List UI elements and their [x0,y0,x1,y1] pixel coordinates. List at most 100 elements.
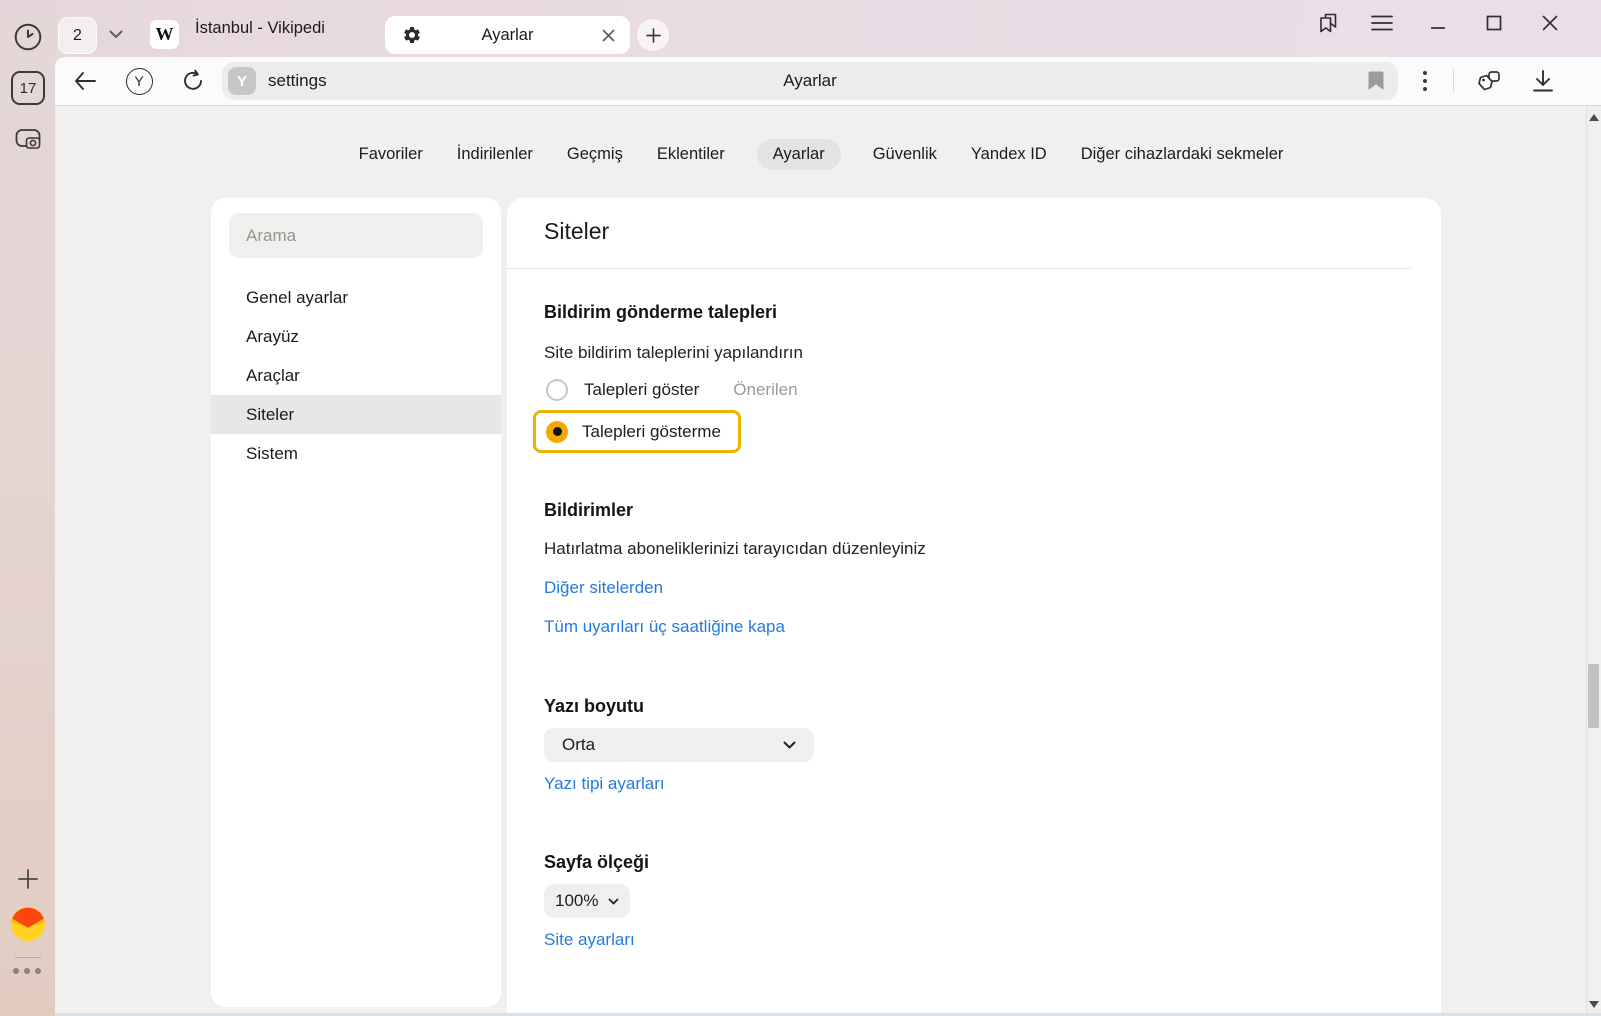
font-size-select[interactable]: Orta [544,728,814,762]
nav-ayarlar[interactable]: Ayarlar [757,139,841,170]
notification-requests-description: Site bildirim taleplerini yapılandırın [544,343,803,363]
scroll-up-arrow[interactable] [1589,114,1599,121]
tab-istanbul-vikipedi[interactable]: İstanbul - Vikipedi [195,0,325,57]
menu-button[interactable] [1367,8,1397,38]
clock-icon [13,22,43,52]
rail-divider [15,957,41,958]
download-icon [1532,69,1554,93]
radio-unselected-icon[interactable] [546,379,568,401]
recommended-badge: Önerilen [733,380,797,400]
sidebar-item-araclar[interactable]: Araçlar [211,356,501,395]
browser-window: 17 2 [0,0,1601,1016]
new-tab-button[interactable] [637,19,669,51]
site-favicon: Y [228,67,256,95]
yandex-home-icon: Y [126,68,153,95]
chevron-down-icon [783,741,796,749]
bookmarks-panel-button[interactable] [1313,8,1343,38]
plus-icon [17,868,39,890]
close-window-button[interactable] [1535,8,1565,38]
side-rail: 17 [0,0,55,1016]
tab-ayarlar[interactable]: Ayarlar [385,16,630,54]
tab-strip: 2 W İstanbul - Vikipedi Ayarlar [55,0,1601,57]
yandex-mail-button[interactable] [10,906,46,942]
close-icon [602,29,615,42]
search-input[interactable] [229,213,483,258]
nav-gecmis[interactable]: Geçmiş [565,139,625,170]
bookmark-icon [1368,70,1384,91]
settings-sidebar-card: Genel ayarlar Arayüz Araçlar Siteler Sis… [211,198,501,1007]
kebab-menu-icon [1422,70,1428,92]
font-size-heading: Yazı boyutu [544,696,644,717]
yandex-mail-icon [10,906,46,942]
nav-yandex-id[interactable]: Yandex ID [969,139,1049,170]
siteler-panel: Siteler Bildirim gönderme talepleri Site… [507,198,1441,1013]
page-scale-heading: Sayfa ölçeği [544,852,649,873]
sidebar-item-sistem[interactable]: Sistem [211,434,501,473]
page-scale-select[interactable]: 100% [544,884,630,918]
home-button[interactable]: Y [117,61,161,101]
downloads-button[interactable] [1521,61,1565,101]
link-font-settings[interactable]: Yazı tipi ayarları [544,774,665,794]
tab-count-button[interactable]: 17 [10,70,46,106]
minimize-icon [1430,15,1446,31]
radio-option-show[interactable]: Talepleri göster Önerilen [546,379,798,401]
tab-close-button[interactable] [596,23,620,47]
bookmark-button[interactable] [1368,70,1384,91]
radio-hide-label: Talepleri gösterme [582,422,721,442]
history-button[interactable] [10,19,46,55]
page-scale-value: 100% [555,891,598,911]
link-site-settings[interactable]: Site ayarları [544,930,635,950]
nav-indirilenler[interactable]: İndirilenler [455,139,535,170]
wikipedia-favicon: W [150,20,179,49]
screenshot-button[interactable] [10,120,46,156]
reload-button[interactable] [171,61,215,101]
nav-favoriler[interactable]: Favoriler [357,139,425,170]
back-button[interactable] [63,61,107,101]
divider [507,268,1411,269]
nav-eklentiler[interactable]: Eklentiler [655,139,727,170]
font-size-value: Orta [562,735,595,755]
notifications-heading: Bildirimler [544,500,633,521]
sidebar-item-genel-ayarlar[interactable]: Genel ayarlar [211,278,501,317]
url-text: settings [268,62,327,100]
panel-title: Siteler [544,218,609,245]
notification-requests-heading: Bildirim gönderme talepleri [544,302,777,323]
radio-show-label: Talepleri göster [584,380,699,400]
minimize-button[interactable] [1423,8,1453,38]
active-tab-title: Ayarlar [385,16,630,54]
add-panel-button[interactable] [10,861,46,897]
settings-page: Favoriler İndirilenler Geçmiş Eklentiler… [55,105,1601,1016]
settings-top-nav: Favoriler İndirilenler Geçmiş Eklentiler… [55,134,1587,174]
sidebar-item-arayuz[interactable]: Arayüz [211,317,501,356]
radio-selected-icon[interactable] [546,421,568,443]
more-options-button[interactable] [1405,61,1445,101]
maximize-button[interactable] [1479,8,1509,38]
settings-search[interactable] [229,213,483,258]
toolbar: Y Y settings Ayarlar [55,57,1601,105]
scrollbar-thumb[interactable] [1588,664,1599,728]
sidebar-item-siteler[interactable]: Siteler [211,395,501,434]
address-bar[interactable]: Y settings Ayarlar [222,62,1398,100]
link-other-sites[interactable]: Diğer sitelerden [544,578,663,598]
link-mute-all[interactable]: Tüm uyarıları üç saatliğine kapa [544,617,785,637]
scroll-down-arrow[interactable] [1589,1001,1599,1008]
tab-counter-button[interactable]: 2 [58,17,97,54]
page-title: Ayarlar [222,62,1398,100]
chevron-down-icon [109,30,123,39]
extensions-button[interactable] [1467,61,1511,101]
nav-diger-cihazlar[interactable]: Diğer cihazlardaki sekmeler [1079,139,1286,170]
bookmarks-icon [1316,11,1340,35]
toolbar-divider [1453,69,1454,93]
tab-count-badge: 17 [11,71,45,105]
nav-guvenlik[interactable]: Güvenlik [871,139,939,170]
maximize-icon [1486,15,1502,31]
rail-more-button[interactable] [13,968,41,974]
radio-option-hide-highlighted[interactable]: Talepleri gösterme [533,410,741,453]
close-icon [1542,15,1558,31]
tab-list-button[interactable] [97,17,135,52]
scrollbar[interactable] [1586,106,1601,1016]
notifications-description: Hatırlatma aboneliklerinizi tarayıcıdan … [544,539,926,559]
hamburger-icon [1371,15,1393,31]
extensions-icon [1476,68,1502,94]
chevron-down-icon [608,898,619,905]
